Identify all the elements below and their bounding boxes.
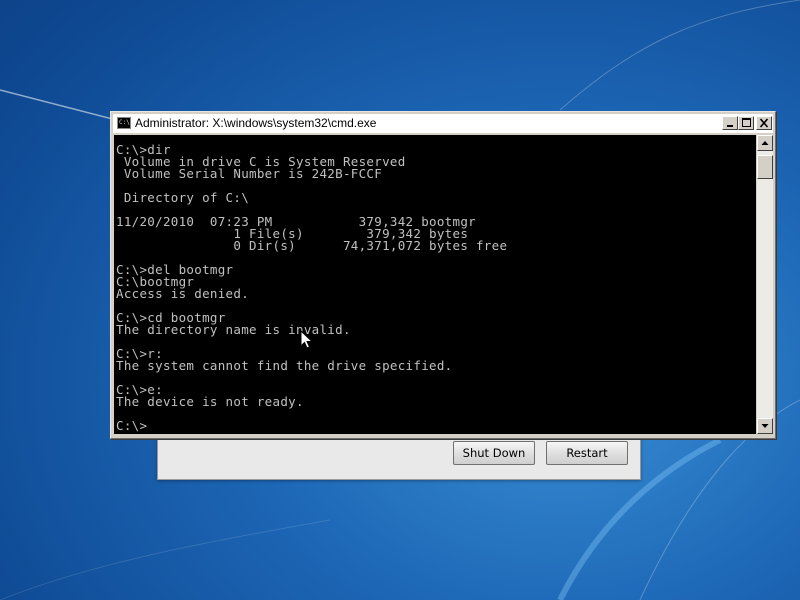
close-icon [759, 118, 769, 128]
command-prompt-window[interactable]: C:\ Administrator: X:\windows\system32\c… [110, 111, 776, 439]
arrow-up-icon [761, 141, 769, 145]
arrow-down-icon [761, 424, 769, 428]
maximize-icon [742, 118, 751, 127]
scroll-up-button[interactable] [757, 135, 773, 151]
console-line: The system cannot find the drive specifi… [116, 358, 453, 373]
console-line: The device is not ready. [116, 394, 304, 409]
console-output-area[interactable]: C:\>dir Volume in drive C is System Rese… [114, 135, 756, 434]
window-title: Administrator: X:\windows\system32\cmd.e… [135, 116, 377, 130]
cmd-icon[interactable]: C:\ [117, 117, 131, 129]
close-button[interactable] [756, 116, 772, 130]
mouse-pointer-icon [300, 330, 314, 349]
restart-button[interactable]: Restart [546, 441, 628, 465]
minimize-button[interactable] [722, 116, 738, 130]
scroll-thumb[interactable] [757, 155, 773, 179]
title-bar[interactable]: C:\ Administrator: X:\windows\system32\c… [113, 114, 773, 133]
console-lines: C:\>dir Volume in drive C is System Rese… [116, 143, 508, 433]
vertical-scrollbar[interactable] [757, 135, 773, 434]
console-line: 0 Dir(s) 74,371,072 bytes free [116, 238, 508, 253]
console-line: Volume Serial Number is 242B-FCCF [116, 166, 383, 181]
maximize-button[interactable] [738, 116, 754, 130]
minimize-icon [727, 125, 733, 127]
console-line: Directory of C:\ [116, 190, 250, 205]
shut-down-button[interactable]: Shut Down [453, 441, 535, 465]
scroll-down-button[interactable] [757, 418, 773, 434]
console-line: Access is denied. [116, 286, 250, 301]
console-line: C:\> [116, 418, 148, 433]
